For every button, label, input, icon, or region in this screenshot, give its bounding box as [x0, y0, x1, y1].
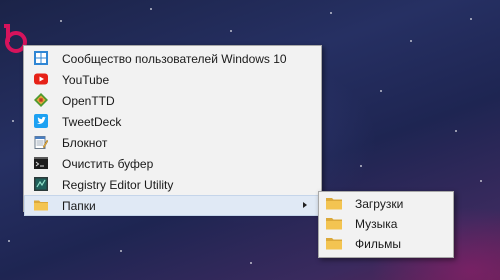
menu-item-label: OpenTTD: [62, 93, 115, 108]
tweetdeck-icon: [34, 114, 48, 128]
submenu-item-movies[interactable]: Фильмы: [319, 234, 453, 254]
submenu-item-label: Музыка: [355, 217, 398, 231]
submenu-item-label: Загрузки: [355, 197, 404, 211]
context-menu: Сообщество пользователей Windows 10 YouT…: [23, 45, 322, 216]
submenu-item-label: Фильмы: [355, 237, 401, 251]
menu-item-label: Блокнот: [62, 135, 108, 150]
menu-item-label: Сообщество пользователей Windows 10: [62, 51, 287, 66]
folders-submenu: Загрузки Музыка Фильмы: [318, 191, 454, 258]
youtube-icon: [34, 72, 48, 86]
submenu-item-music[interactable]: Музыка: [319, 214, 453, 234]
menu-item-registry-editor[interactable]: Registry Editor Utility: [24, 174, 321, 195]
folder-icon: [326, 237, 342, 250]
menu-item-tweetdeck[interactable]: TweetDeck: [24, 111, 321, 132]
menu-item-label: Registry Editor Utility: [62, 177, 174, 192]
submenu-arrow-icon: [303, 202, 307, 208]
notepad-icon: [34, 135, 48, 149]
menu-item-openttd[interactable]: OpenTTD: [24, 90, 321, 111]
menu-item-notepad[interactable]: Блокнот: [24, 132, 321, 153]
menu-item-label: YouTube: [62, 72, 110, 87]
folder-icon: [326, 217, 342, 230]
submenu-item-downloads[interactable]: Загрузки: [319, 194, 453, 214]
registry-editor-icon: [34, 177, 48, 191]
clear-clipboard-icon: [34, 156, 48, 170]
folder-icon: [326, 197, 342, 210]
menu-item-windows-community[interactable]: Сообщество пользователей Windows 10: [24, 48, 321, 69]
windows-community-icon: [34, 51, 48, 65]
menu-item-label: Папки: [62, 198, 96, 213]
folder-icon: [34, 198, 48, 212]
menu-item-youtube[interactable]: YouTube: [24, 69, 321, 90]
menu-item-folders[interactable]: Папки: [24, 195, 321, 216]
openttd-icon: [34, 93, 48, 107]
menu-item-label: TweetDeck: [62, 114, 122, 129]
menu-item-label: Очистить буфер: [62, 156, 154, 171]
menu-item-clear-clipboard[interactable]: Очистить буфер: [24, 153, 321, 174]
